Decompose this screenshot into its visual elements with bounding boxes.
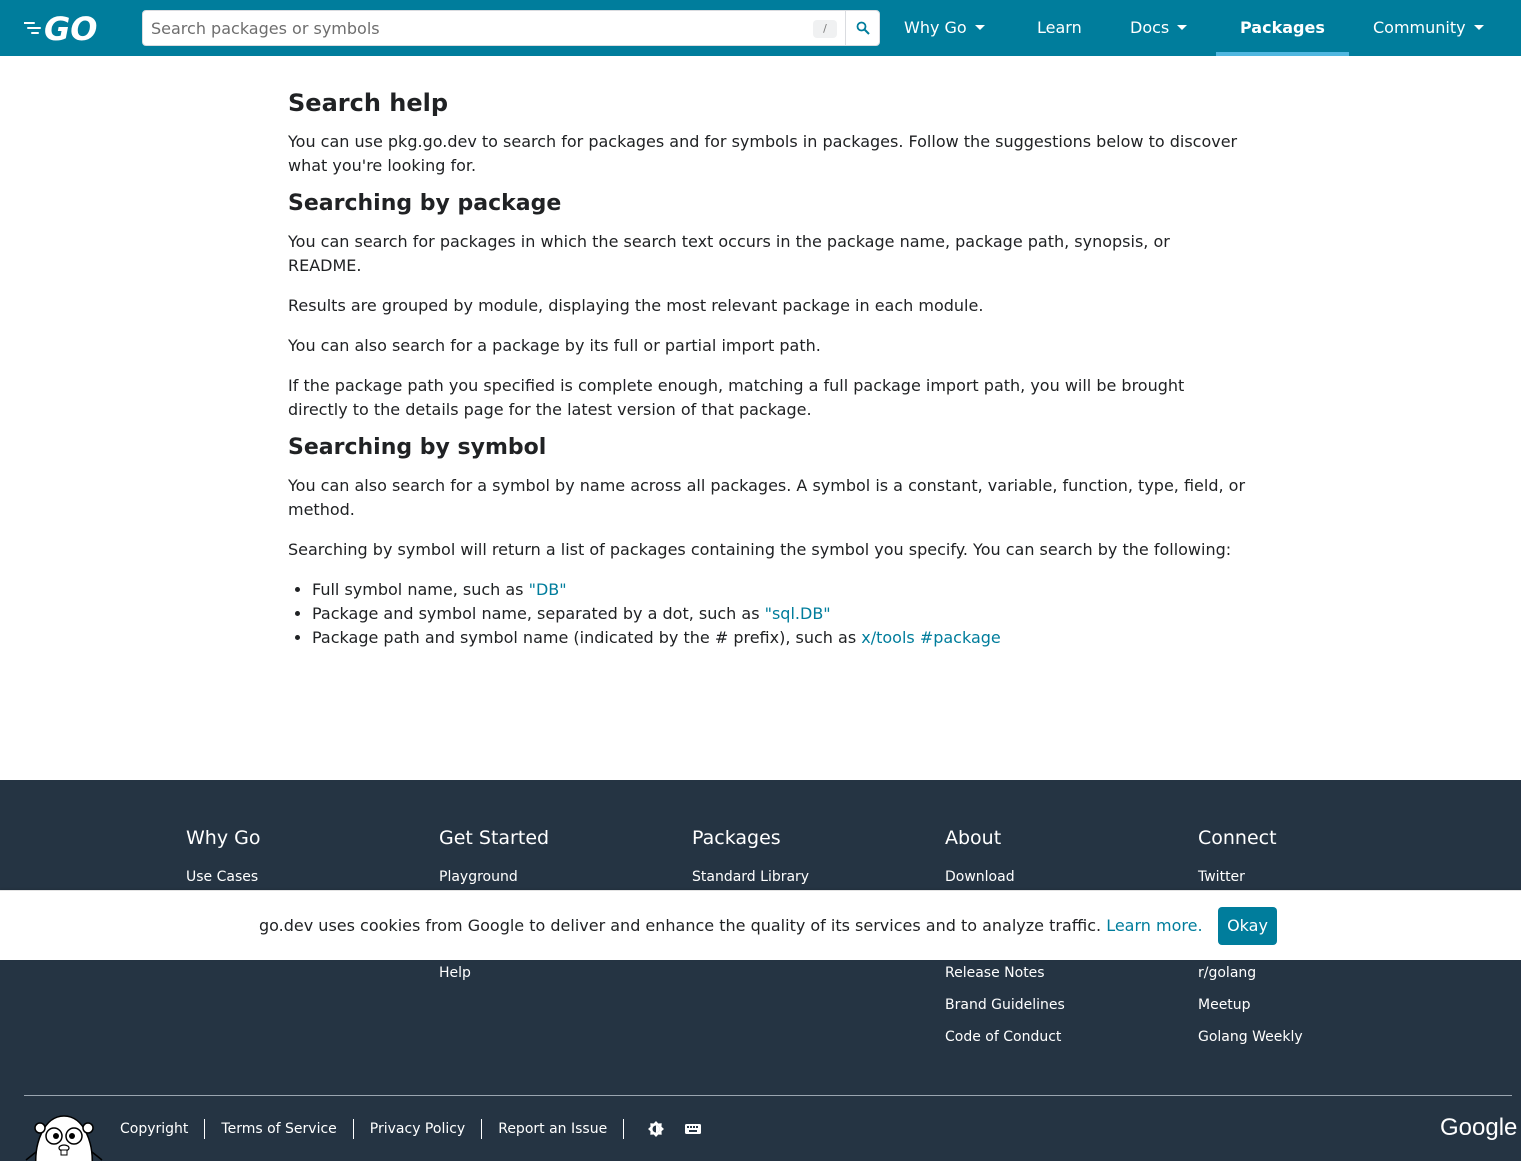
list-item-text: Package path and symbol name (indicated … <box>312 628 862 647</box>
footer-column-about: About Download Release Notes Brand Guide… <box>945 826 1185 1045</box>
active-nav-indicator <box>1216 52 1349 56</box>
package-paragraph-3: You can also search for a package by its… <box>288 336 821 355</box>
nav-learn-label: Learn <box>1037 18 1082 37</box>
theme-toggle-icon[interactable] <box>646 1119 666 1143</box>
nav-packages[interactable]: Packages <box>1240 0 1325 56</box>
cookie-message: go.dev uses cookies from Google to deliv… <box>259 914 1203 938</box>
nav-learn[interactable]: Learn <box>1037 0 1082 56</box>
shortcut-hint: / <box>813 20 837 38</box>
footer-link-reddit[interactable]: r/golang <box>1198 963 1256 983</box>
package-paragraph-1: You can search for packages in which the… <box>288 232 1170 275</box>
symbol-paragraph-2: Searching by symbol will return a list o… <box>288 540 1232 559</box>
footer-link-meetup[interactable]: Meetup <box>1198 995 1251 1015</box>
page-title: Search help <box>288 89 449 117</box>
logo-text: GO <box>44 12 97 44</box>
list-item-text: Package and symbol name, separated by a … <box>312 604 765 623</box>
example-link-tools-package[interactable]: x/tools #package <box>861 628 1001 647</box>
footer-column-title: Get Started <box>439 827 550 849</box>
list-item-text: Full symbol name, such as <box>312 580 529 599</box>
google-logo[interactable]: Google <box>1440 1114 1517 1142</box>
search-input[interactable] <box>143 11 843 45</box>
list-item: Full symbol name, such as "DB" <box>312 578 1248 602</box>
gopher-mascot-icon <box>24 1108 104 1161</box>
symbol-search-list: Full symbol name, such as "DB" Package a… <box>288 578 1248 650</box>
footer-link-golang-weekly[interactable]: Golang Weekly <box>1198 1027 1303 1047</box>
site-footer: Why Go Use Cases Get Started Playground … <box>0 780 1521 1161</box>
nav-community[interactable]: Community <box>1373 0 1484 56</box>
nav-why-go[interactable]: Why Go <box>904 0 985 56</box>
footer-column-connect: Connect Twitter r/golang Meetup Golang W… <box>1198 826 1438 1045</box>
footer-column-title: Packages <box>692 827 781 849</box>
list-item: Package path and symbol name (indicated … <box>312 626 1248 650</box>
footer-report-issue-link[interactable]: Report an Issue <box>482 1119 625 1139</box>
cookie-learn-more-link[interactable]: Learn more. <box>1106 916 1202 935</box>
footer-copyright-link[interactable]: Copyright <box>120 1119 206 1139</box>
package-search-heading: Searching by package <box>288 191 562 216</box>
cookie-banner: go.dev uses cookies from Google to deliv… <box>0 890 1521 960</box>
chevron-down-icon <box>974 25 985 30</box>
footer-link-release-notes[interactable]: Release Notes <box>945 963 1045 983</box>
footer-link-download[interactable]: Download <box>945 867 1015 887</box>
example-link-db[interactable]: "DB" <box>529 580 567 599</box>
chevron-down-icon <box>1473 25 1484 30</box>
footer-bottom-links: Copyright Terms of Service Privacy Polic… <box>120 1118 625 1140</box>
footer-privacy-link[interactable]: Privacy Policy <box>354 1119 483 1139</box>
nav-docs[interactable]: Docs <box>1130 0 1188 56</box>
nav-packages-label: Packages <box>1240 18 1325 37</box>
package-paragraph-4: If the package path you specified is com… <box>288 376 1185 419</box>
list-item: Package and symbol name, separated by a … <box>312 602 1248 626</box>
footer-terms-link[interactable]: Terms of Service <box>205 1119 354 1139</box>
footer-link-twitter[interactable]: Twitter <box>1198 867 1245 887</box>
search-form: / <box>142 10 880 46</box>
search-button[interactable] <box>845 11 880 45</box>
chevron-down-icon <box>1177 25 1188 30</box>
package-paragraph-2: Results are grouped by module, displayin… <box>288 296 984 315</box>
footer-column-packages: Packages Standard Library <box>692 826 932 885</box>
footer-column-title: Why Go <box>186 827 261 849</box>
footer-divider <box>24 1095 1512 1096</box>
footer-link-use-cases[interactable]: Use Cases <box>186 867 258 887</box>
nav-docs-label: Docs <box>1130 18 1170 37</box>
go-logo[interactable]: GO <box>23 10 108 48</box>
site-header: GO / Why Go Learn Docs Packages Communit… <box>0 0 1521 56</box>
footer-link-code-of-conduct[interactable]: Code of Conduct <box>945 1027 1061 1047</box>
symbol-search-heading: Searching by symbol <box>288 435 547 460</box>
nav-community-label: Community <box>1373 18 1466 37</box>
footer-link-help[interactable]: Help <box>439 963 471 983</box>
intro-paragraph: You can use pkg.go.dev to search for pac… <box>288 132 1238 175</box>
keyboard-shortcuts-icon[interactable] <box>684 1119 702 1143</box>
footer-column-title: Connect <box>1198 827 1277 849</box>
cookie-text: go.dev uses cookies from Google to deliv… <box>259 916 1102 935</box>
search-icon <box>856 21 870 35</box>
main-content: Search help You can use pkg.go.dev to se… <box>288 80 1248 650</box>
footer-column-why-go: Why Go Use Cases <box>186 826 426 885</box>
nav-why-go-label: Why Go <box>904 18 967 37</box>
cookie-okay-button[interactable]: Okay <box>1218 907 1277 945</box>
footer-column-title: About <box>945 827 1002 849</box>
example-link-sql-db[interactable]: "sql.DB" <box>765 604 831 623</box>
footer-link-brand-guidelines[interactable]: Brand Guidelines <box>945 995 1065 1015</box>
symbol-paragraph-1: You can also search for a symbol by name… <box>288 476 1246 519</box>
footer-icon-buttons <box>646 1119 702 1143</box>
footer-column-get-started: Get Started Playground Help <box>439 826 679 981</box>
footer-link-playground[interactable]: Playground <box>439 867 518 887</box>
footer-link-standard-library[interactable]: Standard Library <box>692 867 809 887</box>
